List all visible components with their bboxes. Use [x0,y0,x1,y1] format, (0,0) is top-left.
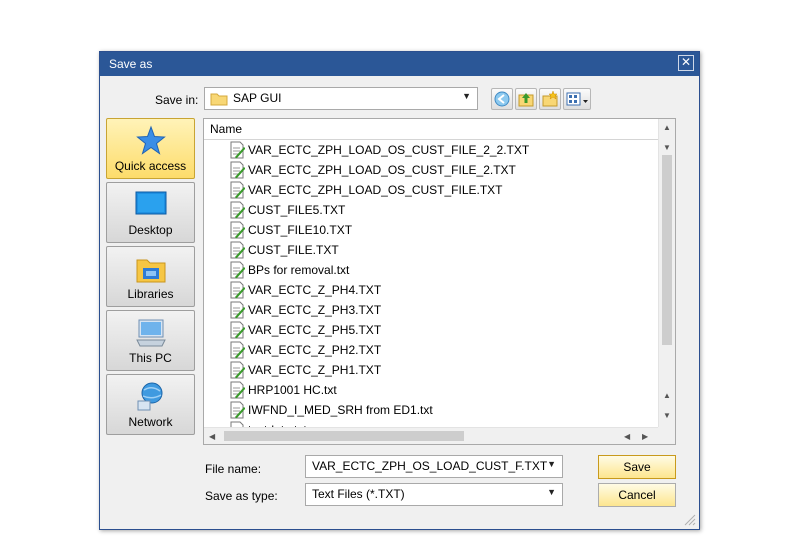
file-name-value: VAR_ECTC_ZPH_OS_LOAD_CUST_F.TXT [312,459,548,473]
save-button[interactable]: Save [598,455,676,479]
view-menu-icon [566,92,588,106]
up-folder-button[interactable] [515,88,537,110]
save-as-dialog: Save as ✕ Save in: SAP GUI ▼ Quick acces… [99,51,700,530]
file-name: VAR_ECTC_ZPH_LOAD_OS_CUST_FILE.TXT [248,183,503,197]
close-icon: ✕ [680,55,692,69]
file-name: VAR_ECTC_ZPH_LOAD_OS_CUST_FILE_2.TXT [248,163,516,177]
file-list: Name VAR_ECTC_ZPH_LOAD_OS_CUST_FILE_2_2.… [203,118,676,445]
file-name: CUST_FILE10.TXT [248,223,353,237]
place-label: Desktop [128,223,173,237]
save-in-value: SAP GUI [233,91,282,105]
place-desktop[interactable]: Desktop [106,182,195,243]
place-label: This PC [129,351,172,365]
view-menu-button[interactable] [563,88,591,110]
file-name: IWFND_I_MED_SRH from ED1.txt [248,403,433,417]
back-icon [494,91,510,107]
close-button[interactable]: ✕ [678,55,694,71]
file-name: VAR_ECTC_Z_PH4.TXT [248,283,382,297]
scroll-left-alt-icon[interactable]: ◀ [624,432,630,441]
chevron-down-icon: ▼ [462,91,471,101]
place-network[interactable]: Network [106,374,195,435]
network-icon [137,382,163,411]
scroll-up-alt-icon[interactable]: ▼ [663,143,671,152]
file-name-input[interactable]: VAR_ECTC_ZPH_OS_LOAD_CUST_F.TXT ▼ [305,455,563,478]
text-file-icon [230,281,245,299]
resize-grip-icon[interactable] [684,514,696,526]
scroll-up-lower-icon[interactable]: ▲ [663,391,671,400]
text-file-icon [230,361,245,379]
vertical-scroll-thumb[interactable] [662,155,672,345]
desktop-icon [135,191,167,215]
cancel-button-label: Cancel [618,488,656,502]
libraries-icon [136,259,166,283]
file-name: HRP1001 HC.txt [248,383,337,397]
places-bar: Quick access Desktop Libraries This PC N… [106,118,195,435]
text-file-icon [230,321,245,339]
place-label: Quick access [114,159,187,173]
text-file-icon [230,341,245,359]
place-quick-access[interactable]: Quick access [106,118,195,179]
file-name: VAR_ECTC_Z_PH3.TXT [248,303,382,317]
scroll-left-icon[interactable]: ◀ [209,432,215,441]
file-name: VAR_ECTC_Z_PH5.TXT [248,323,382,337]
text-file-icon [230,401,245,419]
place-libraries[interactable]: Libraries [106,246,195,307]
text-file-icon [230,221,245,239]
save-button-label: Save [623,460,651,474]
scroll-down-icon[interactable]: ▼ [663,411,671,420]
place-label: Libraries [127,287,174,301]
horizontal-scroll-thumb[interactable] [224,431,464,441]
dialog-title: Save as [109,57,153,71]
computer-icon [136,319,166,347]
scroll-corner [658,427,675,444]
column-header-name[interactable]: Name [204,119,659,140]
vertical-scrollbar[interactable]: ▲ ▼ ▲ ▼ [658,119,675,427]
file-name-label: File name: [205,462,262,476]
title-bar: Save as ✕ [100,52,699,76]
save-as-type-dropdown[interactable]: Text Files (*.TXT) ▼ [305,483,563,506]
text-file-icon [230,161,245,179]
new-folder-icon [542,90,558,107]
file-rows: VAR_ECTC_ZPH_LOAD_OS_CUST_FILE_2_2.TXT VA… [204,140,659,428]
save-as-type-label: Save as type: [205,489,278,503]
place-label: Network [128,415,173,429]
up-folder-icon [518,93,534,107]
save-as-type-value: Text Files (*.TXT) [312,487,405,501]
back-button[interactable] [491,88,513,110]
scroll-right-icon[interactable]: ▶ [642,432,648,441]
star-icon [136,125,166,155]
text-file-icon [230,261,245,279]
new-folder-button[interactable] [539,88,561,110]
column-header-label: Name [210,122,243,136]
file-name: VAR_ECTC_Z_PH1.TXT [248,363,382,377]
chevron-down-icon[interactable]: ▼ [547,459,556,469]
text-file-icon [230,301,245,319]
folder-icon [210,93,228,106]
file-name: BPs for removal.txt [248,263,350,277]
text-file-icon [230,181,245,199]
scroll-up-icon[interactable]: ▲ [663,123,671,132]
text-file-icon [230,381,245,399]
file-name: CUST_FILE5.TXT [248,203,346,217]
horizontal-scrollbar[interactable]: ◀ ◀ ▶ [204,427,659,444]
text-file-icon [230,241,245,259]
place-this-pc[interactable]: This PC [106,310,195,371]
cancel-button[interactable]: Cancel [598,483,676,507]
file-name: CUST_FILE.TXT [248,243,339,257]
file-name: VAR_ECTC_Z_PH2.TXT [248,343,382,357]
text-file-icon [230,201,245,219]
text-file-icon [230,141,245,159]
chevron-down-icon: ▼ [547,487,556,497]
save-in-dropdown[interactable]: SAP GUI ▼ [204,87,478,110]
file-name: VAR_ECTC_ZPH_LOAD_OS_CUST_FILE_2_2.TXT [248,143,530,157]
save-in-label: Save in: [155,93,199,107]
